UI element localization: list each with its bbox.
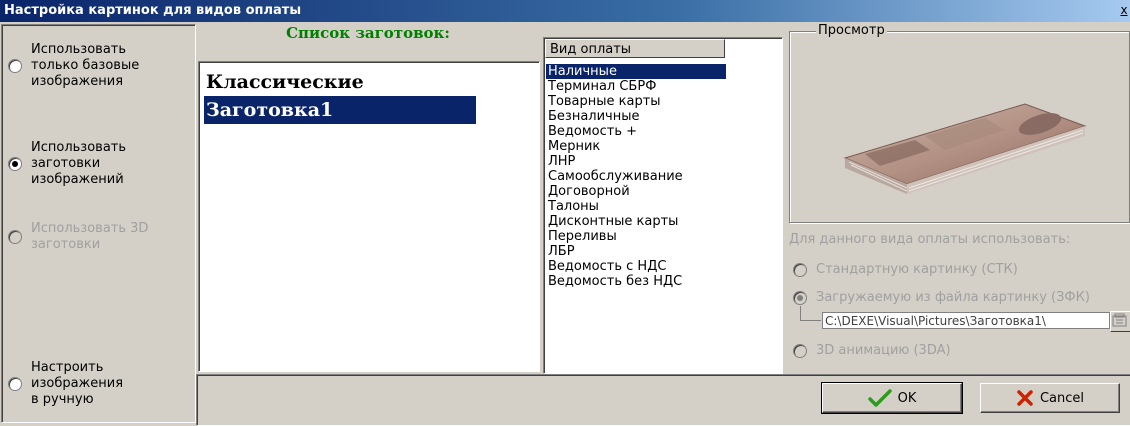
radio-label: Использовать 3D заготовки <box>31 221 149 252</box>
payment-type-item[interactable]: Ведомость без НДС <box>546 274 726 289</box>
radio-button[interactable] <box>8 377 22 391</box>
preview-legend: Просмотр <box>816 23 887 38</box>
radio-manual-setup[interactable]: Настроить изображения в ручную <box>8 360 131 408</box>
radio-button[interactable] <box>793 344 807 358</box>
radio-label: 3D анимацию (3DA) <box>816 343 951 358</box>
cancel-button[interactable]: Cancel <box>980 383 1120 413</box>
radio-label: Стандартную картинку (СТК) <box>816 262 1018 277</box>
payment-type-item[interactable]: Мерник <box>546 139 726 154</box>
payment-type-item[interactable]: Договорной <box>546 184 726 199</box>
payment-type-item[interactable]: Ведомость + <box>546 124 726 139</box>
payment-type-item[interactable]: Самообслуживание <box>546 169 726 184</box>
checkmark-icon <box>867 389 892 407</box>
payment-type-item[interactable]: Переливы <box>546 229 726 244</box>
folder-icon <box>1112 313 1127 327</box>
preset-item-classic[interactable]: Классические <box>204 68 364 96</box>
radio-button[interactable] <box>8 230 22 244</box>
radio-use-3d-presets[interactable]: Использовать 3D заготовки <box>8 221 151 253</box>
payment-type-items: Наличные Терминал СБРФ Товарные карты Безна… <box>546 64 778 289</box>
file-path-field[interactable]: C:\DEXE\Visual\Pictures\Заготовка1\ <box>822 312 1110 329</box>
radio-standard-picture[interactable]: Стандартную картинку (СТК) <box>793 262 1018 278</box>
radio-only-base-images[interactable]: Использовать только базовые изображения <box>8 42 151 90</box>
close-icon[interactable]: x <box>1118 3 1130 17</box>
payment-type-item[interactable]: Терминал СБРФ <box>546 79 726 94</box>
presets-header: Список заготовок: <box>286 24 450 42</box>
preset-item-selected[interactable]: Заготовка1 <box>204 96 476 124</box>
radio-button[interactable] <box>793 263 807 277</box>
payment-type-item[interactable]: Ведомость с НДС <box>546 259 726 274</box>
payment-type-item[interactable]: Наличные <box>546 64 726 79</box>
payment-type-item[interactable]: ЛБР <box>546 244 726 259</box>
radio-use-presets[interactable]: Использовать заготовки изображений <box>8 140 151 188</box>
banknote-stack-image <box>843 103 1087 194</box>
ok-button[interactable]: OK <box>821 382 963 414</box>
radio-label: Загружаемую из файла картинку (ЗФК) <box>816 290 1090 305</box>
browse-button[interactable] <box>1110 311 1130 332</box>
ok-label: OK <box>897 390 917 406</box>
payment-type-item[interactable]: Талоны <box>546 199 726 214</box>
tree-connector <box>800 306 821 321</box>
column-header-payment-type[interactable]: Вид оплаты <box>545 39 725 58</box>
window-title: Настройка картинок для видов оплаты <box>4 3 302 18</box>
use-settings-caption: Для данного вида оплаты использовать: <box>789 232 1071 247</box>
payment-type-item[interactable]: Товарные карты <box>546 94 726 109</box>
radio-button[interactable] <box>793 291 807 305</box>
title-bar: Настройка картинок для видов оплаты x <box>0 0 1130 22</box>
payment-type-item[interactable]: Безналичные <box>546 109 726 124</box>
radio-label: Использовать заготовки изображений <box>31 140 127 187</box>
radio-button[interactable] <box>8 59 22 73</box>
payment-type-item[interactable]: Дисконтные карты <box>546 214 726 229</box>
cancel-label: Cancel <box>1039 390 1085 406</box>
cross-icon <box>1017 390 1033 406</box>
payment-type-item[interactable]: ЛНР <box>546 154 726 169</box>
presets-list[interactable]: Классические Заготовка1 <box>198 61 540 372</box>
payment-types-list[interactable]: Вид оплаты Наличные Терминал СБРФ Товарные… <box>543 37 783 374</box>
radio-label: Настроить изображения в ручную <box>31 360 124 407</box>
radio-3d-animation[interactable]: 3D анимацию (3DA) <box>793 343 951 359</box>
radio-button[interactable] <box>8 157 22 171</box>
radio-label: Использовать только базовые изображения <box>31 42 140 89</box>
radio-file-picture[interactable]: Загружаемую из файла картинку (ЗФК) <box>793 290 1090 306</box>
